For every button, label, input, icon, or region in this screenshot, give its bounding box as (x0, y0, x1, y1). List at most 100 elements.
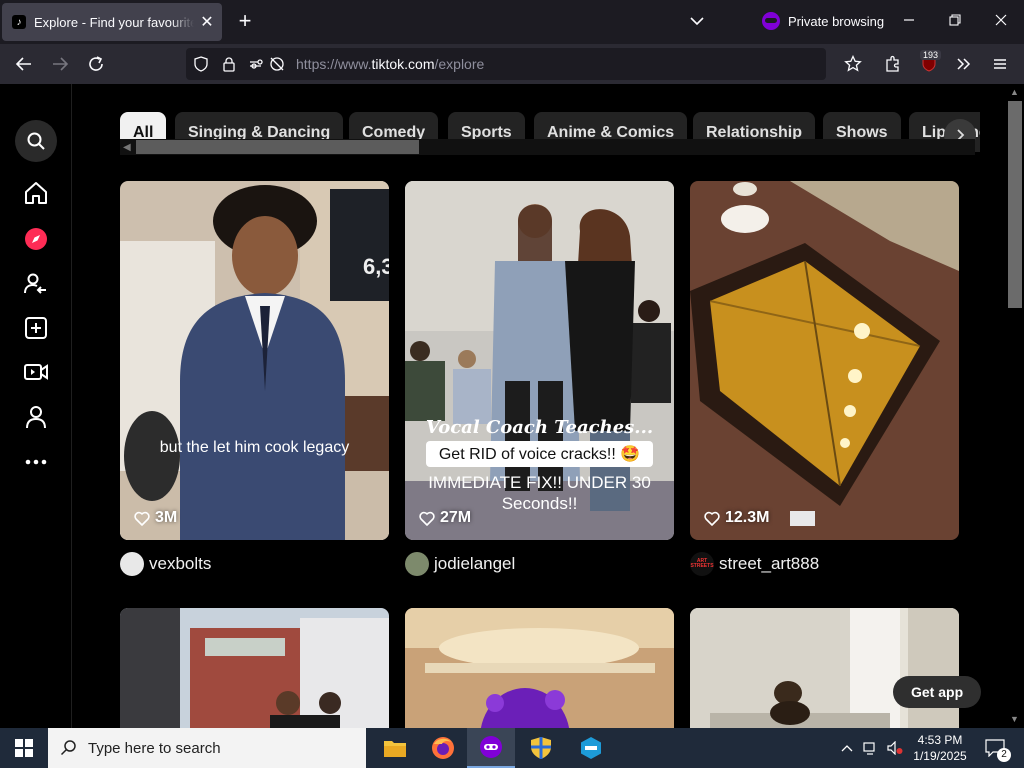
heart-icon (134, 511, 150, 526)
nav-upload[interactable] (22, 314, 50, 342)
avatar (405, 552, 429, 576)
chips-horizontal-scrollbar[interactable]: ◀ (120, 139, 975, 155)
tiktok-explore-page: All Singing & Dancing Comedy Sports Anim… (0, 84, 1024, 728)
notification-count-badge: 2 (997, 748, 1011, 762)
author-name: street_art888 (719, 554, 820, 573)
author-name: vexbolts (149, 554, 212, 573)
video-author[interactable]: jodielangel (405, 551, 515, 577)
chevron-down-icon (690, 17, 704, 26)
nav-profile[interactable] (22, 403, 50, 431)
avatar: ART STREETS (690, 552, 714, 576)
url-text[interactable]: https://www.tiktok.com/explore (296, 56, 484, 72)
video-caption-secondary: IMMEDIATE FIX!! UNDER 30 Seconds!! (428, 473, 651, 513)
list-all-tabs-button[interactable] (686, 10, 708, 32)
forward-button[interactable] (48, 52, 72, 76)
following-icon (24, 273, 46, 294)
more-tools-button[interactable] (952, 52, 976, 76)
scroll-left-arrow-icon[interactable]: ◀ (123, 142, 131, 153)
nav-following[interactable] (22, 270, 50, 298)
search-icon (60, 740, 76, 756)
show-hidden-icons[interactable] (838, 728, 856, 768)
back-button[interactable] (12, 52, 36, 76)
reload-button[interactable] (84, 52, 108, 76)
scroll-up-arrow-icon[interactable]: ▲ (1010, 87, 1019, 97)
tab-close-icon[interactable]: ✕ (200, 12, 214, 32)
page-vertical-scrollbar[interactable]: ▲ ▼ (1006, 84, 1024, 728)
private-browsing-indicator: Private browsing (762, 12, 884, 30)
nav-explore[interactable] (22, 225, 50, 253)
close-icon (995, 14, 1007, 26)
extensions-button[interactable] (881, 52, 905, 76)
tracking-protection-shield-icon[interactable] (192, 55, 210, 73)
minimize-icon (904, 19, 914, 21)
video-card[interactable] (690, 608, 959, 728)
autoplay-blocked-icon[interactable] (268, 55, 286, 73)
minimize-button[interactable] (895, 8, 923, 36)
browser-tab-bar: ♪ Explore - Find your favourite videos o… (0, 0, 1024, 44)
windows-logo-icon (15, 739, 33, 757)
taskbar-app[interactable] (567, 728, 615, 768)
home-icon (25, 182, 47, 204)
browser-tab-explore[interactable]: ♪ Explore - Find your favourite videos o… (2, 3, 222, 41)
get-app-button[interactable]: Get app (893, 676, 982, 708)
volume-tray[interactable] (884, 728, 906, 768)
tiktok-icon: ♪ (12, 15, 26, 29)
start-button[interactable] (0, 728, 48, 768)
taskbar-clock[interactable]: 4:53 PM 1/19/2025 (910, 732, 970, 764)
live-camera-icon (24, 364, 48, 380)
svg-text:6,3: 6,3 (363, 254, 389, 279)
notification-center[interactable]: 2 (980, 728, 1011, 768)
video-card[interactable] (120, 608, 389, 728)
video-thumbnail (120, 608, 389, 728)
clock-date: 1/19/2025 (913, 749, 967, 763)
private-browsing-label: Private browsing (788, 13, 885, 29)
video-card[interactable]: 6,3 but the let him cook legacy 3M (120, 181, 389, 540)
taskbar-search-box[interactable]: Type here to search (48, 728, 366, 768)
video-card[interactable] (405, 608, 674, 728)
nav-live[interactable] (22, 358, 50, 386)
author-name: jodielangel (434, 554, 516, 573)
nav-home[interactable] (22, 179, 50, 207)
taskbar-security-app[interactable] (517, 728, 565, 768)
taskbar-firefox-private[interactable] (467, 728, 515, 768)
app-hexagon-icon (581, 737, 601, 759)
address-bar[interactable]: https://www.tiktok.com/explore (186, 48, 826, 80)
permissions-icon[interactable] (248, 55, 266, 73)
new-tab-button[interactable]: + (233, 10, 257, 34)
scrollbar-thumb[interactable] (136, 140, 419, 154)
restore-icon (949, 14, 961, 26)
search-button[interactable] (15, 120, 57, 162)
restore-button[interactable] (941, 8, 969, 36)
firefox-private-icon (480, 736, 502, 758)
network-icon (863, 742, 875, 755)
double-chevron-right-icon (957, 58, 971, 70)
taskbar-file-explorer[interactable] (371, 728, 419, 768)
bookmark-button[interactable] (841, 52, 865, 76)
scroll-down-arrow-icon[interactable]: ▼ (1010, 714, 1019, 724)
taskbar-firefox[interactable] (419, 728, 467, 768)
heart-icon (419, 511, 435, 526)
video-author[interactable]: vexbolts (120, 551, 211, 577)
network-tray[interactable] (860, 728, 882, 768)
chevron-up-icon (841, 745, 853, 752)
more-dots-icon (25, 459, 47, 465)
video-author[interactable]: ART STREETS street_art888 (690, 551, 819, 577)
video-thumbnail (405, 608, 674, 728)
app-menu-button[interactable] (988, 52, 1012, 76)
clock-time: 4:53 PM (917, 733, 963, 747)
nav-more[interactable] (22, 448, 50, 476)
video-card[interactable]: Vocal Coach Teaches... Get RID of voice … (405, 181, 674, 540)
arrow-left-icon (15, 57, 31, 71)
lock-icon[interactable] (220, 55, 238, 73)
video-caption: but the let him cook legacy (159, 439, 350, 456)
close-window-button[interactable] (987, 8, 1015, 36)
profile-icon (26, 406, 46, 429)
arrow-right-icon (53, 57, 69, 71)
folder-icon (384, 741, 406, 757)
heart-icon (704, 511, 720, 526)
video-card[interactable]: 12.3M (690, 181, 959, 540)
extension-badge-count: 193 (920, 50, 942, 60)
firefox-icon (432, 737, 454, 759)
scrollbar-thumb[interactable] (1008, 101, 1022, 308)
plus-square-icon (25, 317, 47, 339)
